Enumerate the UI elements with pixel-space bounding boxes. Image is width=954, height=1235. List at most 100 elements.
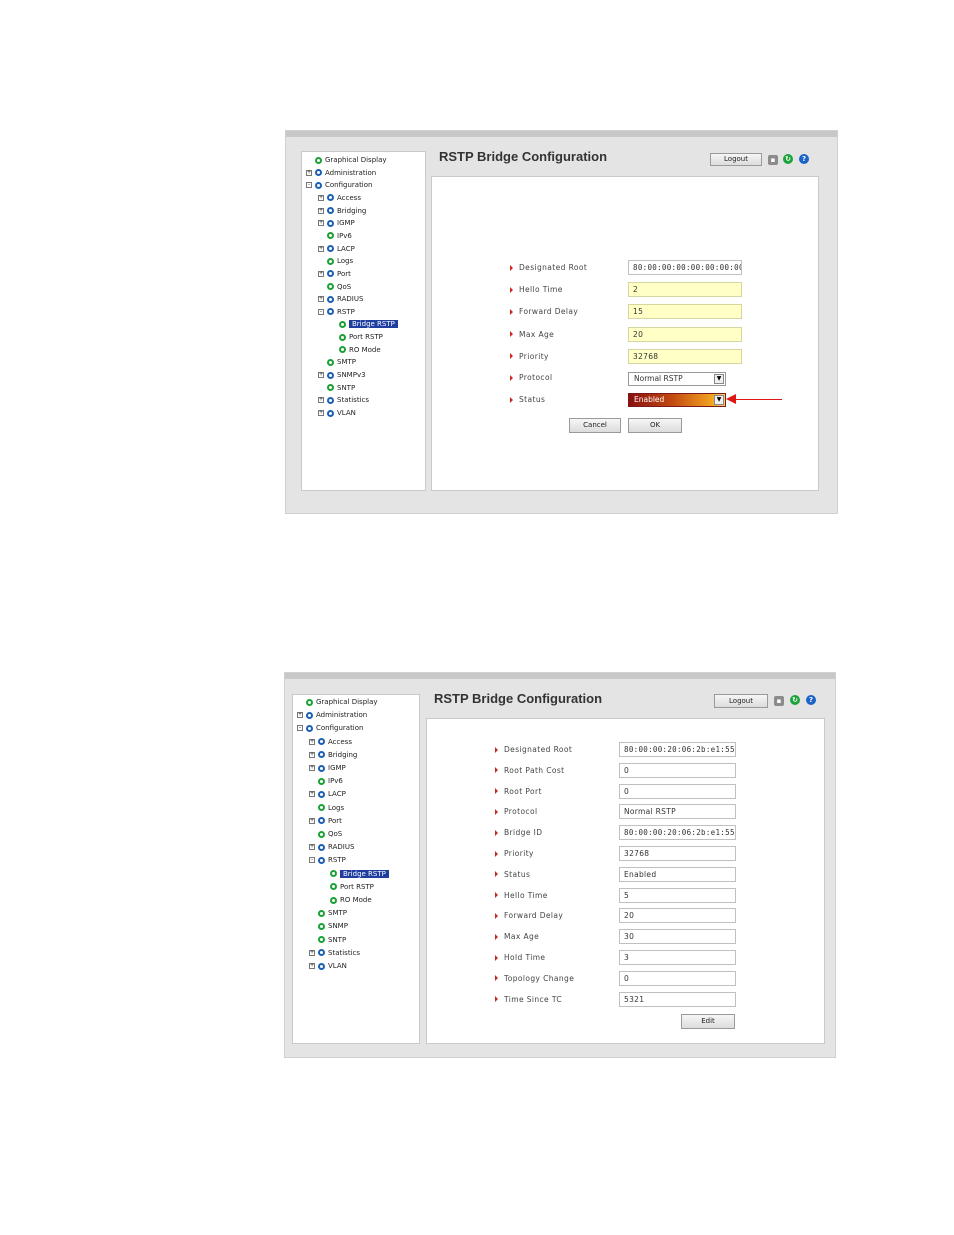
hello-time-field[interactable]: 2 [628,282,742,298]
expand-icon[interactable]: + [309,844,315,851]
expand-icon[interactable]: + [318,372,324,379]
tree-item-label[interactable]: RSTP [328,856,346,864]
collapse-icon[interactable]: - [297,725,303,732]
help-icon[interactable]: ? [806,695,816,705]
tree-item-label[interactable]: IPv6 [337,232,352,240]
refresh-icon[interactable]: ↻ [790,695,800,705]
tree-item-label[interactable]: LACP [328,790,346,798]
tree-item-port[interactable]: + Port [309,815,342,827]
tree-item-bridging[interactable]: + Bridging [318,205,366,217]
tree-item-igmp[interactable]: + IGMP [309,762,346,774]
tree-item-label[interactable]: Access [328,738,352,746]
tree-item-label[interactable]: Port [337,270,351,278]
expand-icon[interactable]: + [297,712,303,719]
logout-button[interactable]: Logout [714,694,768,708]
expand-icon[interactable]: + [309,963,315,969]
tree-item-configuration[interactable]: - Configuration [297,722,363,734]
tree-item-label[interactable]: IPv6 [328,777,343,785]
tree-item-administration[interactable]: + Administration [297,709,367,721]
tree-item-label[interactable]: Administration [316,711,367,719]
tree-item-ro-mode[interactable]: RO Mode [330,344,381,356]
tree-item-label[interactable]: IGMP [337,219,355,227]
tree-item-snmpv3[interactable]: + SNMPv3 [318,369,366,381]
chevron-down-icon[interactable]: ▼ [714,395,724,405]
ok-button[interactable]: OK [628,418,682,433]
expand-icon[interactable]: + [309,949,315,956]
tree-item-rstp[interactable]: - RSTP [309,854,346,866]
tree-item-label[interactable]: RSTP [337,308,355,316]
expand-icon[interactable]: + [309,738,315,745]
tree-item-vlan[interactable]: + VLAN [318,407,356,419]
tree-item-ipv6[interactable]: IPv6 [318,230,352,242]
tree-item-graphical-display[interactable]: Graphical Display [297,696,378,708]
collapse-icon[interactable]: - [306,182,312,189]
tree-item-smtp[interactable]: SMTP [318,356,356,368]
tree-item-label[interactable]: Logs [328,804,344,812]
tree-item-label[interactable]: Bridging [337,207,366,215]
edit-button[interactable]: Edit [681,1014,735,1029]
tree-item-qos[interactable]: QoS [318,281,351,293]
tree-item-label[interactable]: RO Mode [340,896,372,904]
tree-item-label[interactable]: SNTP [328,936,346,944]
tree-item-label[interactable]: Statistics [328,949,360,957]
expand-icon[interactable]: + [318,220,324,227]
tree-item-vlan[interactable]: + VLAN [309,960,347,972]
tree-item-label[interactable]: SMTP [328,909,347,917]
tree-item-label[interactable]: SNMPv3 [337,371,366,379]
tree-item-ro-mode[interactable]: RO Mode [321,894,372,906]
help-icon[interactable]: ? [799,154,809,164]
tree-item-label[interactable]: SNMP [328,922,348,930]
tree-item-port[interactable]: + Port [318,268,351,280]
tree-item-logs[interactable]: Logs [318,255,353,267]
cancel-button[interactable]: Cancel [569,418,621,433]
tree-item-graphical-display[interactable]: Graphical Display [306,154,387,166]
tree-item-label[interactable]: SNTP [337,384,355,392]
tree-item-label[interactable]: SMTP [337,358,356,366]
tree-item-smtp[interactable]: SMTP [309,907,347,919]
save-icon[interactable]: ▪ [774,696,784,706]
tree-item-label[interactable]: RO Mode [349,346,381,354]
protocol-select[interactable]: Normal RSTP ▼ [628,372,726,386]
tree-item-label[interactable]: Graphical Display [316,698,378,706]
tree-item-rstp[interactable]: - RSTP [318,306,355,318]
tree-item-label[interactable]: Statistics [337,396,369,404]
tree-item-radius[interactable]: + RADIUS [318,293,363,305]
tree-item-label[interactable]: Port RSTP [349,333,383,341]
tree-item-label[interactable]: Port [328,817,342,825]
expand-icon[interactable]: + [318,245,324,252]
tree-item-bridging[interactable]: + Bridging [309,749,357,761]
tree-item-label[interactable]: LACP [337,245,355,253]
tree-item-label[interactable]: QoS [328,830,342,838]
expand-icon[interactable]: + [318,397,324,404]
tree-item-access[interactable]: + Access [309,736,352,748]
tree-item-label[interactable]: Bridging [328,751,357,759]
tree-item-label[interactable]: Configuration [316,724,363,732]
tree-item-lacp[interactable]: + LACP [318,243,355,255]
logout-button[interactable]: Logout [710,153,762,166]
expand-icon[interactable]: + [318,296,324,303]
tree-item-label[interactable]: Administration [325,169,376,177]
refresh-icon[interactable]: ↻ [783,154,793,164]
max-age-field[interactable]: 20 [628,326,742,342]
expand-icon[interactable]: + [309,791,315,798]
tree-item-label[interactable]: VLAN [328,962,347,970]
tree-item-label[interactable]: IGMP [328,764,346,772]
tree-item-port-rstp[interactable]: Port RSTP [330,331,383,343]
save-icon[interactable]: ▪ [768,155,778,165]
tree-item-radius[interactable]: + RADIUS [309,841,354,853]
expand-icon[interactable]: + [309,817,315,824]
tree-item-label[interactable]: VLAN [337,409,356,417]
expand-icon[interactable]: + [318,207,324,214]
tree-item-igmp[interactable]: + IGMP [318,217,355,229]
tree-item-bridge-rstp[interactable]: Bridge RSTP [321,868,389,880]
chevron-down-icon[interactable]: ▼ [714,374,724,384]
tree-item-statistics[interactable]: + Statistics [309,947,360,959]
priority-field[interactable]: 32768 [628,348,742,364]
tree-item-label[interactable]: Logs [337,257,353,265]
tree-item-configuration[interactable]: - Configuration [306,179,372,191]
tree-item-label[interactable]: RADIUS [337,295,363,303]
tree-item-sntp[interactable]: SNTP [318,382,355,394]
tree-item-label[interactable]: QoS [337,283,351,291]
expand-icon[interactable]: + [318,410,324,416]
tree-item-logs[interactable]: Logs [309,802,344,814]
